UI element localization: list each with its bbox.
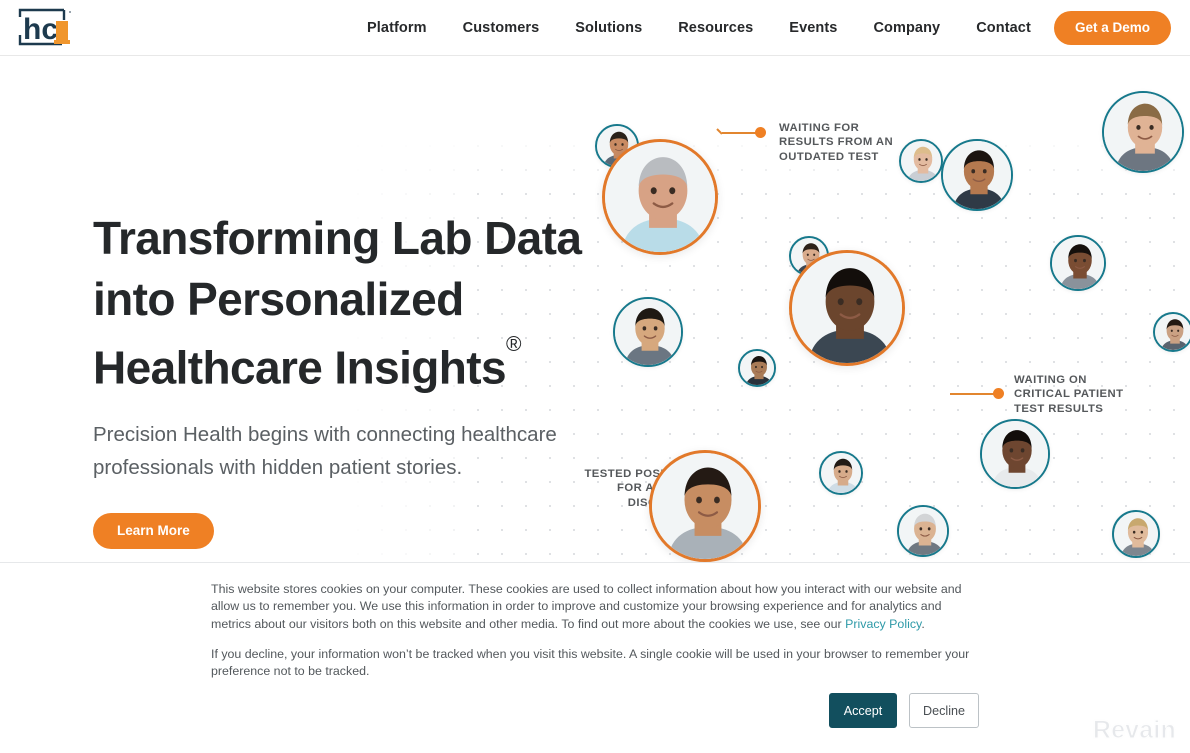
avatar-portrait <box>819 451 863 495</box>
hero-title-line-2: into Personalized <box>93 273 464 325</box>
callout-outdated-test: WAITING FOR RESULTS FROM AN OUTDATED TES… <box>779 121 909 164</box>
hero-title-line-1: Transforming Lab Data <box>93 212 582 264</box>
site-header: hc Platform Customers Solutions Resource… <box>0 0 1190 56</box>
avatar-face <box>982 421 1048 487</box>
callout-line: WAITING ON <box>1014 374 1087 386</box>
avatar-portrait <box>1102 91 1184 173</box>
avatar-face <box>901 141 941 181</box>
avatar-face <box>1104 93 1182 171</box>
cookie-consent-banner: This website stores cookies on your comp… <box>0 562 1190 753</box>
page-title: Transforming Lab Data into Personalized … <box>93 208 613 398</box>
cookie-paragraph-2: If you decline, your information won’t b… <box>211 646 970 679</box>
registered-trademark-mark: ® <box>505 333 521 357</box>
avatar-face <box>1052 237 1104 289</box>
avatar-portrait <box>613 297 683 367</box>
callout-line: RESULTS FROM AN <box>779 136 894 149</box>
hc1-logo[interactable]: hc <box>18 8 78 48</box>
connector-dot-2 <box>993 388 1004 399</box>
callout-line: WAITING FOR <box>779 122 860 134</box>
callout-line: OUTDATED TEST <box>779 150 879 163</box>
nav-item-contact[interactable]: Contact <box>958 0 1049 56</box>
avatar-portrait <box>649 450 761 562</box>
avatar-face <box>615 299 681 365</box>
nav-item-resources[interactable]: Resources <box>660 0 771 56</box>
callout-critical-results: WAITING ON CRITICAL PATIENT TEST RESULTS <box>1014 373 1144 416</box>
decline-cookies-button[interactable]: Decline <box>909 693 979 728</box>
nav-item-company[interactable]: Company <box>855 0 958 56</box>
svg-text:hc: hc <box>23 13 58 46</box>
avatar-portrait <box>738 349 776 387</box>
avatar-face <box>740 351 774 385</box>
nav-item-customers[interactable]: Customers <box>445 0 558 56</box>
avatar-portrait <box>1112 510 1160 558</box>
nav-item-platform[interactable]: Platform <box>367 0 445 56</box>
nav-item-solutions[interactable]: Solutions <box>557 0 660 56</box>
hero-subtitle: Precision Health begins with connecting … <box>93 423 557 480</box>
privacy-policy-link[interactable]: Privacy Policy <box>845 617 921 631</box>
callout-line: TEST RESULTS <box>1014 402 1104 415</box>
avatar-face <box>899 507 947 555</box>
accept-cookies-button[interactable]: Accept <box>829 693 897 728</box>
cookie-paragraph-1-period: . <box>921 616 925 631</box>
avatar-portrait <box>1050 235 1106 291</box>
connector-line-2 <box>950 393 996 395</box>
avatar-face <box>652 453 758 559</box>
connector-diagonal-1 <box>716 128 723 135</box>
cookie-banner-text: This website stores cookies on your comp… <box>211 581 976 680</box>
avatar-face <box>821 453 861 493</box>
avatar-portrait <box>897 505 949 557</box>
avatar-face <box>1114 512 1158 556</box>
avatar-portrait <box>602 139 718 255</box>
avatar-face <box>792 253 902 363</box>
connector-dot-1 <box>755 127 766 138</box>
avatar-portrait <box>789 250 905 366</box>
avatar-face <box>943 141 1011 209</box>
page-root: hc Platform Customers Solutions Resource… <box>0 0 1190 753</box>
get-a-demo-button[interactable]: Get a Demo <box>1053 11 1171 45</box>
learn-more-button[interactable]: Learn More <box>93 513 214 550</box>
hero-copy: Transforming Lab Data into Personalized … <box>93 208 613 550</box>
hc1-logo-mark: hc <box>18 8 71 46</box>
avatar-portrait <box>980 419 1050 489</box>
main-navigation: Platform Customers Solutions Resources E… <box>367 0 1049 56</box>
avatar-portrait <box>1153 312 1190 352</box>
avatar-face <box>1155 314 1190 350</box>
callout-line: CRITICAL PATIENT <box>1014 388 1124 401</box>
cookie-banner-actions: Accept Decline <box>829 693 979 728</box>
avatar-portrait <box>899 139 943 183</box>
avatar-face <box>605 142 715 252</box>
cookie-paragraph-1: This website stores cookies on your comp… <box>211 581 976 633</box>
hero-title-line-3: Healthcare Insights <box>93 341 507 394</box>
nav-item-events[interactable]: Events <box>771 0 855 56</box>
connector-line-1 <box>722 132 760 134</box>
avatar-portrait <box>941 139 1013 211</box>
